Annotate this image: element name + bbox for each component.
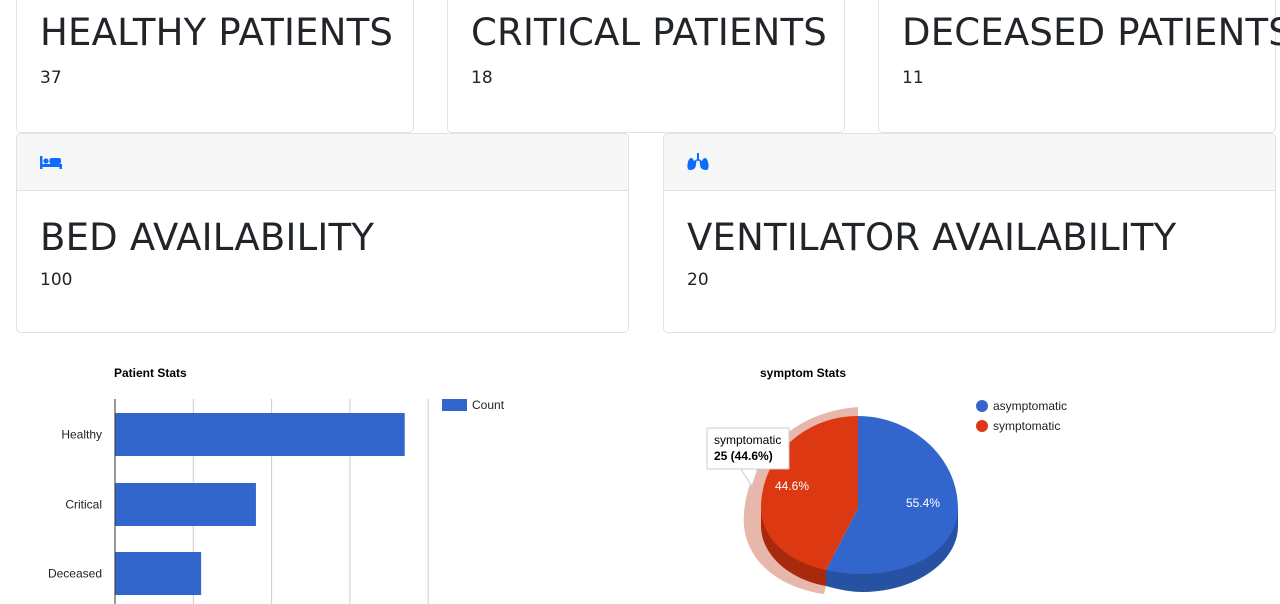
healthy-patients-card: HEALTHY PATIENTS 37 [16, 0, 414, 133]
slice-label-symptomatic: 44.6% [775, 479, 809, 493]
bar-deceased[interactable] [115, 552, 202, 595]
bed-icon [40, 156, 62, 169]
card-value: 18 [471, 68, 493, 88]
chart-category-labels: Healthy Critical Deceased [48, 428, 102, 581]
card-value: 20 [687, 270, 709, 290]
tooltip-label: symptomatic [714, 433, 781, 447]
bar-healthy[interactable] [115, 413, 405, 456]
legend-swatch [442, 399, 467, 411]
category-label: Critical [65, 498, 102, 512]
legend-swatch-asymptomatic [976, 400, 988, 412]
chart-title: symptom Stats [760, 366, 846, 380]
card-title: HEALTHY PATIENTS [40, 11, 394, 54]
deceased-patients-card: DECEASED PATIENTS 11 [878, 0, 1280, 133]
card-title: CRITICAL PATIENTS [471, 11, 827, 54]
ventilator-availability-card: VENTILATOR AVAILABILITY 20 [663, 133, 1276, 333]
patient-stats-chart: Patient Stats Healthy Critical Deceased Co… [48, 366, 505, 604]
lungs-icon [687, 153, 709, 170]
card-title: VENTILATOR AVAILABILITY [687, 216, 1177, 259]
tooltip-value: 25 (44.6%) [714, 449, 773, 463]
card-value: 37 [40, 68, 62, 88]
card-title: DECEASED PATIENTS [902, 11, 1280, 54]
critical-patients-card: CRITICAL PATIENTS 18 [447, 0, 845, 133]
card-value: 100 [40, 270, 73, 290]
legend-label-asymptomatic[interactable]: asymptomatic [993, 399, 1067, 413]
card-title: BED AVAILABILITY [40, 216, 375, 259]
symptom-stats-chart: symptom Stats 55.4% 44.6% symptomatic 25… [706, 366, 1067, 594]
legend-label: Count [472, 398, 505, 412]
category-label: Deceased [48, 567, 102, 581]
bar-critical[interactable] [115, 483, 256, 526]
bed-availability-card: BED AVAILABILITY 100 [16, 133, 629, 333]
card-header [664, 134, 1275, 191]
chart-title: Patient Stats [114, 366, 187, 380]
slice-label-asymptomatic: 55.4% [906, 496, 940, 510]
legend-label-symptomatic[interactable]: symptomatic [993, 419, 1060, 433]
card-header [17, 134, 628, 191]
chart-bars [115, 413, 405, 595]
legend-swatch-symptomatic [976, 420, 988, 432]
category-label: Healthy [61, 428, 102, 442]
card-value: 11 [902, 68, 924, 88]
